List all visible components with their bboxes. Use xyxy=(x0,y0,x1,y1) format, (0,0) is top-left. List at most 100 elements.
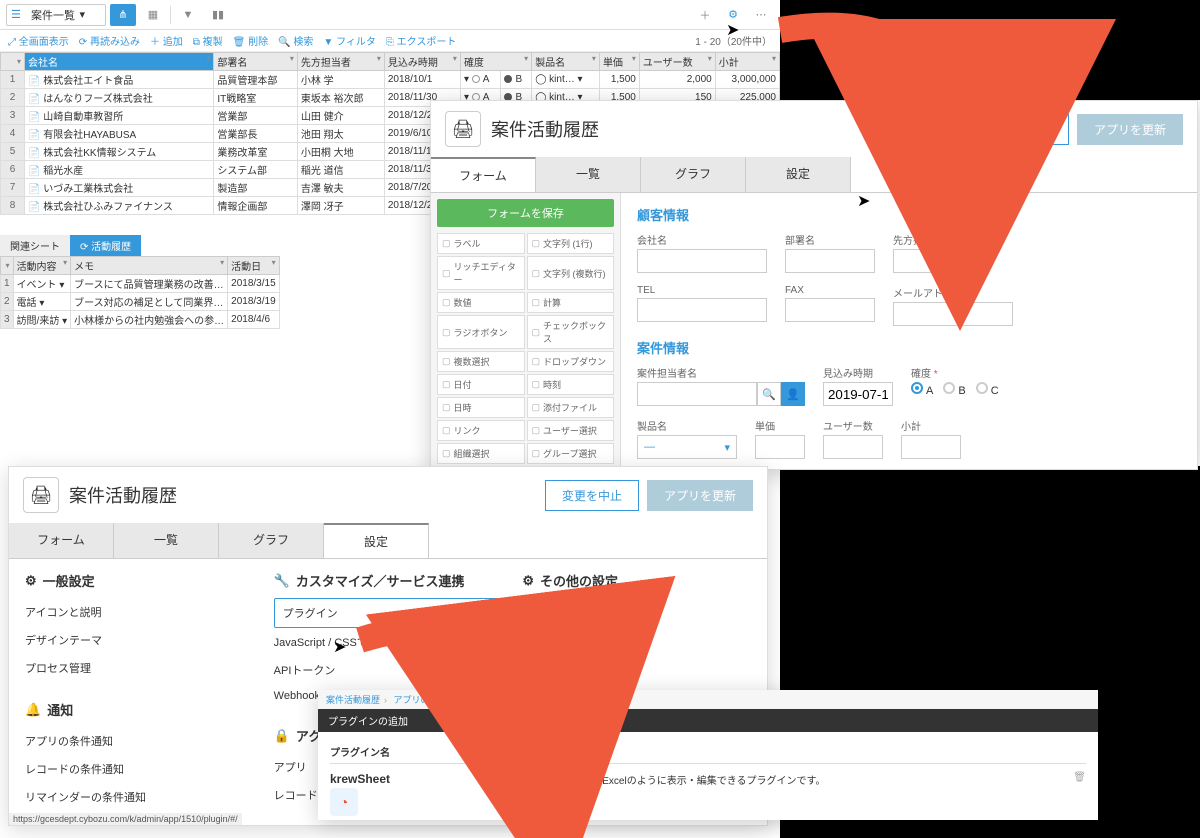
input-dept[interactable] xyxy=(785,249,875,273)
palette-item[interactable]: ドロップダウン xyxy=(527,351,615,372)
save-form-button[interactable]: フォームを保存 xyxy=(437,199,614,227)
label-prod: 製品名 xyxy=(637,418,737,433)
palette-item[interactable]: 数値 xyxy=(437,292,525,313)
col-company[interactable]: 会社名 xyxy=(25,53,214,71)
view-selector[interactable]: 案件一覧 ▾ xyxy=(6,4,106,26)
tab-graph[interactable]: グラフ xyxy=(219,523,324,558)
input-price[interactable] xyxy=(755,435,805,459)
col-contact[interactable]: 先方担当者 xyxy=(297,53,384,71)
input-users[interactable] xyxy=(823,435,883,459)
activity-history-tab[interactable]: ⟳ 活動履歴 xyxy=(70,235,141,256)
palette-item[interactable]: ユーザー選択 xyxy=(527,420,615,441)
tab-settings[interactable]: 設定 xyxy=(324,523,429,558)
setting-link[interactable]: プラグイン xyxy=(274,598,503,628)
select-prod[interactable]: — ▾ xyxy=(637,435,737,459)
palette-item[interactable]: リンク xyxy=(437,420,525,441)
calendar-view-icon[interactable]: ▦ xyxy=(140,4,166,26)
col-users[interactable]: ユーザー数 xyxy=(639,53,715,71)
palette-item[interactable]: 組織選択 xyxy=(437,443,525,464)
input-tel[interactable] xyxy=(637,298,767,322)
search-action[interactable]: 🔍 検索 xyxy=(278,33,313,48)
trash-icon[interactable]: 🗑 xyxy=(1073,772,1086,783)
copy-action[interactable]: ⧉ 複製 xyxy=(193,33,223,48)
setting-link[interactable]: カテゴリー xyxy=(522,598,751,626)
filter-action[interactable]: ▼ フィルタ xyxy=(323,33,376,48)
graph-view-icon[interactable]: ⋔ xyxy=(110,4,136,26)
setting-link[interactable]: アプリの条件通知 xyxy=(25,727,254,755)
tab-graph[interactable]: グラフ xyxy=(641,157,746,192)
col-memo[interactable]: メモ xyxy=(71,257,228,275)
export-action[interactable]: ⎘ エクスポート xyxy=(386,33,456,48)
table-row[interactable]: 3訪問/来訪 ▾小林様からの社内勉強会への参…2018/4/6 xyxy=(1,311,280,329)
palette-item[interactable]: 文字列 (1行) xyxy=(527,233,615,254)
col-date[interactable]: 見込み時期 xyxy=(384,53,460,71)
more-icon[interactable]: ⋯ xyxy=(748,4,774,26)
crumb-plugin[interactable]: プラグイン xyxy=(461,695,506,705)
search-icon[interactable]: 🔍 xyxy=(757,382,781,406)
related-sheet-tab[interactable]: 関連シート xyxy=(0,235,70,256)
chart-icon[interactable]: ▮▮ xyxy=(205,4,231,26)
crumb-settings[interactable]: アプリの設定 xyxy=(394,695,448,705)
input-company[interactable] xyxy=(637,249,767,273)
setting-link[interactable]: アイコンと説明 xyxy=(25,598,254,626)
tab-form[interactable]: フォーム xyxy=(431,157,536,192)
setting-link[interactable]: レコードの条件通知 xyxy=(25,755,254,783)
setting-link[interactable]: プロセス管理 xyxy=(25,654,254,682)
user-picker-icon[interactable]: 👤 xyxy=(781,382,805,406)
col-act-date[interactable]: 活動日 xyxy=(228,257,280,275)
radio-kakudo[interactable]: A B C xyxy=(911,382,999,397)
input-mikomi[interactable] xyxy=(823,382,893,406)
col-activity[interactable]: 活動内容 xyxy=(13,257,71,275)
update-app-button[interactable]: アプリを更新 xyxy=(1077,114,1183,145)
palette-item[interactable]: 文字列 (複数行) xyxy=(527,256,615,290)
tab-form[interactable]: フォーム xyxy=(9,523,114,558)
palette-item[interactable]: グループ選択 xyxy=(527,443,615,464)
cancel-button[interactable]: 変更を中止 xyxy=(975,114,1069,145)
col-subtotal[interactable]: 小計 xyxy=(715,53,779,71)
gear-icon: ⚙ xyxy=(522,573,534,589)
tab-list[interactable]: 一覧 xyxy=(536,157,641,192)
palette-item[interactable]: ラジオボタン xyxy=(437,315,525,349)
gear-icon[interactable]: ⚙ xyxy=(490,779,499,790)
tab-list[interactable]: 一覧 xyxy=(114,523,219,558)
table-row[interactable]: 1イベント ▾ブースにて品質管理業務の改善…2018/3/15 xyxy=(1,275,280,293)
palette-item[interactable]: 複数選択 xyxy=(437,351,525,372)
setting-link[interactable]: デザインテーマ xyxy=(25,626,254,654)
col-dept[interactable]: 部署名 xyxy=(214,53,298,71)
palette-item[interactable]: リッチエディター xyxy=(437,256,525,290)
palette-item[interactable]: チェックボックス xyxy=(527,315,615,349)
cancel-button[interactable]: 変更を中止 xyxy=(545,480,639,511)
table-row[interactable]: 2電話 ▾ブース対応の補足として同業界…2018/3/19 xyxy=(1,293,280,311)
palette-item[interactable]: ラベル xyxy=(437,233,525,254)
palette-item[interactable]: 計算 xyxy=(527,292,615,313)
palette-item[interactable]: 日時 xyxy=(437,397,525,418)
reload-action[interactable]: ⟳ 再読み込み xyxy=(79,33,140,48)
input-fax[interactable] xyxy=(785,298,875,322)
setting-link[interactable]: APIトークン xyxy=(274,656,503,684)
input-rep[interactable] xyxy=(637,382,757,406)
fullscreen-action[interactable]: ⤢ 全画面表示 xyxy=(8,33,69,48)
palette-item[interactable]: 日付 xyxy=(437,374,525,395)
input-email[interactable] xyxy=(893,302,1013,326)
form-builder-panel: 🖨 案件活動履歴 変更を中止 アプリを更新 フォーム 一覧 グラフ 設定 ➤ フ… xyxy=(430,100,1198,470)
update-app-button[interactable]: アプリを更新 xyxy=(647,480,753,511)
palette-item[interactable]: 添付ファイル xyxy=(527,397,615,418)
setting-link[interactable]: JavaScript / CSSでカスタマイズ xyxy=(274,628,503,656)
input-subtotal[interactable] xyxy=(901,435,961,459)
input-contact[interactable] xyxy=(893,249,983,273)
col-prob[interactable]: 確度 xyxy=(460,53,531,71)
add-record-icon[interactable]: ＋ xyxy=(692,4,718,26)
lock-icon: 🔒 xyxy=(274,728,290,744)
setting-link[interactable]: 言語ごとの名称 xyxy=(522,626,751,654)
setting-link[interactable]: リマインダーの条件通知 xyxy=(25,783,254,811)
crumb-app[interactable]: 案件活動履歴 xyxy=(326,695,380,705)
add-action[interactable]: ＋ 追加 xyxy=(150,33,183,48)
tab-settings[interactable]: 設定 xyxy=(746,157,851,192)
col-product[interactable]: 製品名 xyxy=(532,53,600,71)
filter-icon[interactable]: ▼ xyxy=(175,4,201,26)
setting-link[interactable]: レコードのタイトル xyxy=(522,654,751,682)
delete-action[interactable]: 🗑 削除 xyxy=(233,33,268,48)
palette-item[interactable]: 時刻 xyxy=(527,374,615,395)
col-price[interactable]: 単価 xyxy=(599,53,639,71)
table-row[interactable]: 1📄 株式会社エイト食品品質管理本部小林 学2018/10/1▾ AB◯ kin… xyxy=(1,71,780,89)
